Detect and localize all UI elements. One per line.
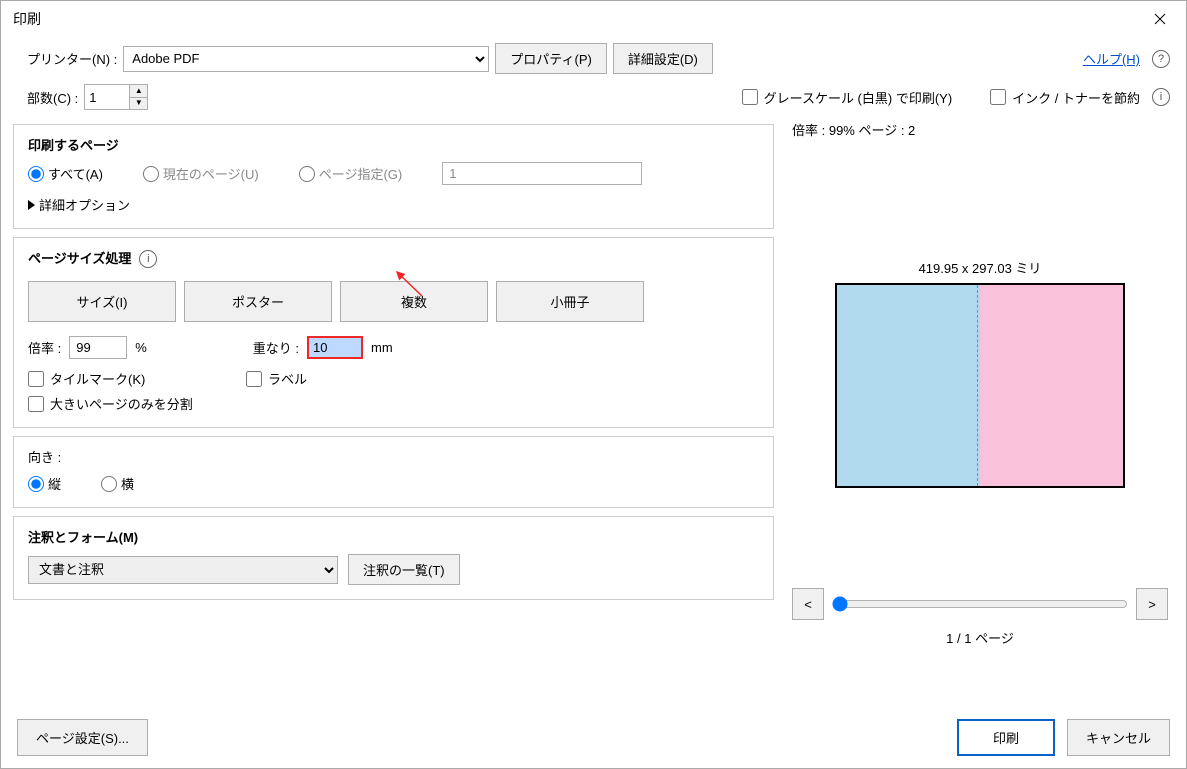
- save-ink-checkbox[interactable]: インク / トナーを節約: [990, 88, 1140, 107]
- labels-checkbox[interactable]: ラベル: [246, 369, 307, 388]
- copies-input[interactable]: [85, 85, 129, 109]
- ink-info-icon[interactable]: i: [1152, 88, 1170, 106]
- orientation-title: 向き :: [28, 447, 759, 466]
- scale-input[interactable]: [69, 336, 127, 359]
- page-sizing-info-icon[interactable]: i: [139, 250, 157, 268]
- properties-button[interactable]: プロパティ(P): [495, 43, 607, 74]
- pages-current-radio[interactable]: 現在のページ(U): [143, 164, 259, 183]
- overlap-label: 重なり :: [253, 338, 299, 357]
- comments-title: 注釈とフォーム(M): [28, 527, 759, 546]
- triangle-right-icon: [28, 200, 35, 210]
- preview-dimensions: 419.95 x 297.03 ミリ: [792, 258, 1168, 277]
- help-link[interactable]: ヘルプ(H): [1083, 49, 1140, 68]
- close-icon[interactable]: [1142, 5, 1178, 33]
- preview-divider: [977, 285, 978, 486]
- copies-down-button[interactable]: ▼: [130, 98, 147, 110]
- printer-label: プリンター(N) :: [27, 49, 117, 68]
- cancel-button[interactable]: キャンセル: [1067, 719, 1170, 756]
- split-large-checkbox[interactable]: 大きいページのみを分割: [28, 394, 193, 413]
- overlap-input[interactable]: [307, 336, 363, 359]
- tab-multiple[interactable]: 複数: [340, 281, 488, 322]
- print-button[interactable]: 印刷: [957, 719, 1055, 756]
- grayscale-checkbox[interactable]: グレースケール (白黒) で印刷(Y): [742, 88, 953, 107]
- pages-to-print-title: 印刷するページ: [28, 135, 759, 154]
- preview-prev-button[interactable]: <: [792, 588, 824, 620]
- tab-poster[interactable]: ポスター: [184, 281, 332, 322]
- advanced-button[interactable]: 詳細設定(D): [613, 43, 713, 74]
- copies-up-button[interactable]: ▲: [130, 85, 147, 98]
- page-sizing-group: ページサイズ処理 i サイズ(I) ポスター 複数 小冊子 倍率 : %: [13, 237, 774, 428]
- printer-select[interactable]: Adobe PDF: [123, 46, 489, 72]
- overlap-unit: mm: [371, 340, 393, 355]
- preview-page-count: 1 / 1 ページ: [792, 628, 1168, 647]
- page-sizing-title: ページサイズ処理: [28, 248, 131, 267]
- preview-next-button[interactable]: >: [1136, 588, 1168, 620]
- preview-scale-info: 倍率 : 99% ページ : 2: [792, 120, 1168, 139]
- page-setup-button[interactable]: ページ設定(S)...: [17, 719, 148, 756]
- orientation-portrait-radio[interactable]: 縦: [28, 474, 61, 493]
- tilemarks-checkbox[interactable]: タイルマーク(K): [28, 369, 228, 388]
- preview-left-half: [837, 285, 980, 486]
- scale-unit: %: [135, 340, 147, 355]
- pages-range-radio[interactable]: ページ指定(G): [299, 164, 403, 183]
- copies-label: 部数(C) :: [27, 88, 78, 107]
- help-icon[interactable]: ?: [1152, 50, 1170, 68]
- scale-label: 倍率 :: [28, 338, 61, 357]
- dialog-title: 印刷: [13, 9, 41, 29]
- preview-right-half: [980, 285, 1123, 486]
- tab-size[interactable]: サイズ(I): [28, 281, 176, 322]
- pages-to-print-group: 印刷するページ すべて(A) 現在のページ(U) ページ指定(G): [13, 124, 774, 229]
- orientation-group: 向き : 縦 横: [13, 436, 774, 508]
- summarize-comments-button[interactable]: 注釈の一覧(T): [348, 554, 460, 585]
- tab-booklet[interactable]: 小冊子: [496, 281, 644, 322]
- comments-select[interactable]: 文書と注釈: [28, 556, 338, 584]
- preview-slider[interactable]: [832, 596, 1128, 612]
- comments-group: 注釈とフォーム(M) 文書と注釈 注釈の一覧(T): [13, 516, 774, 600]
- pages-range-input[interactable]: [442, 162, 642, 185]
- preview-page: [835, 283, 1125, 488]
- pages-all-radio[interactable]: すべて(A): [28, 164, 103, 183]
- orientation-landscape-radio[interactable]: 横: [101, 474, 134, 493]
- more-options-toggle[interactable]: 詳細オプション: [28, 195, 130, 214]
